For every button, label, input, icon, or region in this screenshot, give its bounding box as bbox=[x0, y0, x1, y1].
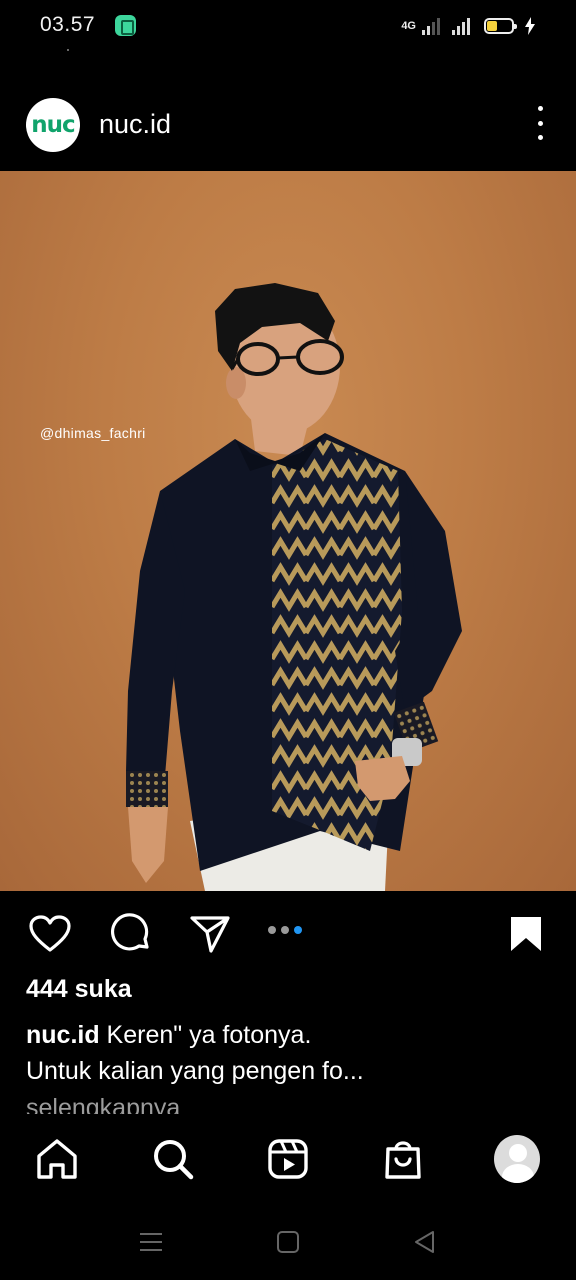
photo-illustration bbox=[126, 283, 462, 891]
account-avatar[interactable]: nuc bbox=[26, 98, 80, 152]
carousel-indicator bbox=[268, 926, 302, 934]
profile-avatar-image bbox=[494, 1135, 540, 1183]
charging-icon bbox=[525, 17, 535, 35]
home-icon[interactable] bbox=[34, 1136, 80, 1182]
signal-4g-icon bbox=[422, 17, 440, 35]
carousel-dot bbox=[281, 926, 289, 934]
post-actions bbox=[0, 900, 576, 966]
bottom-nav bbox=[0, 1116, 576, 1202]
profile-avatar[interactable] bbox=[494, 1135, 540, 1183]
post-caption: nuc.id Keren" ya fotonya. Untuk kalian y… bbox=[26, 1017, 546, 1089]
more-options-icon[interactable] bbox=[534, 106, 546, 140]
likes-count[interactable]: 444 suka bbox=[26, 975, 132, 1004]
app-notification-icon bbox=[115, 15, 136, 36]
caption-more-link[interactable]: selengkapnya bbox=[26, 1090, 180, 1114]
caption-username[interactable]: nuc.id bbox=[26, 1021, 100, 1049]
search-icon[interactable] bbox=[150, 1136, 196, 1182]
status-icons: 4G bbox=[401, 14, 536, 38]
comment-icon[interactable] bbox=[108, 912, 152, 956]
home-square-icon[interactable] bbox=[273, 1227, 303, 1257]
post-username[interactable]: nuc.id bbox=[99, 109, 171, 140]
status-bar: 03.57 4G bbox=[0, 0, 576, 52]
caption-line-2: Untuk kalian yang pengen fo... bbox=[26, 1057, 364, 1085]
battery-icon bbox=[484, 18, 517, 34]
signal-icon bbox=[452, 17, 470, 35]
caption-text: Keren" ya fotonya. bbox=[99, 1021, 312, 1049]
reels-icon[interactable] bbox=[265, 1136, 311, 1182]
status-dot bbox=[67, 49, 69, 51]
share-icon[interactable] bbox=[188, 912, 232, 956]
back-icon[interactable] bbox=[410, 1227, 440, 1257]
status-time: 03.57 bbox=[40, 13, 96, 36]
carousel-dot-active bbox=[294, 926, 302, 934]
post-header: nuc nuc.id bbox=[0, 90, 576, 160]
shop-icon[interactable] bbox=[380, 1136, 426, 1182]
network-type-label: 4G bbox=[401, 20, 416, 32]
photo-user-tag[interactable]: @dhimas_fachri bbox=[40, 425, 146, 441]
post-photo[interactable]: @dhimas_fachri bbox=[0, 171, 576, 891]
heart-icon[interactable] bbox=[28, 912, 72, 956]
avatar-logo-text: nuc bbox=[31, 112, 75, 138]
carousel-dot bbox=[268, 926, 276, 934]
menu-icon[interactable] bbox=[136, 1227, 166, 1257]
system-nav-bar bbox=[0, 1205, 576, 1280]
save-bookmark-icon[interactable] bbox=[504, 912, 548, 956]
